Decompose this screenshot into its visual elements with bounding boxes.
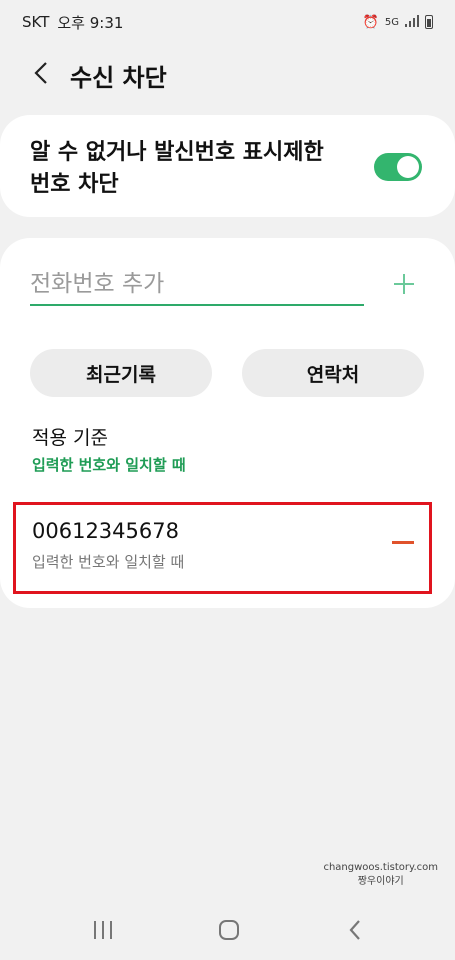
criteria-value[interactable]: 입력한 번호와 일치할 때 [32, 454, 186, 475]
network-label: 5G [384, 16, 399, 28]
unknown-numbers-label: 알 수 없거나 발신번호 표시제한 번호 차단 [30, 140, 324, 197]
criteria-title: 적용 기준 [32, 427, 108, 449]
navigation-bar [0, 900, 455, 960]
watermark-name: 짱우이야기 [357, 876, 404, 887]
plus-icon[interactable] [390, 270, 418, 298]
home-icon[interactable] [214, 918, 244, 942]
alarm-icon: ⏰ [362, 14, 379, 30]
phone-number-input[interactable] [30, 260, 364, 306]
status-left: SKT 오후 9:31 [22, 12, 123, 33]
status-bar: SKT 오후 9:31 ⏰ 5G [0, 0, 455, 44]
clock-label: 오후 9:31 [57, 13, 124, 32]
switch-knob [397, 156, 419, 178]
carrier-label: SKT [22, 13, 50, 31]
header: 수신 차단 [0, 50, 455, 96]
recents-icon[interactable] [88, 918, 118, 942]
page-title: 수신 차단 [70, 64, 167, 92]
signal-icon [405, 14, 419, 30]
block-unknown-switch[interactable] [374, 153, 422, 181]
battery-icon [425, 15, 433, 29]
chevron-left-icon [34, 62, 47, 84]
contacts-button[interactable]: 연락처 [242, 349, 424, 397]
back-icon[interactable] [340, 918, 370, 942]
recent-log-button[interactable]: 최근기록 [30, 349, 212, 397]
watermark-url: changwoos.tistory.com [323, 862, 438, 873]
highlight-box [13, 502, 432, 594]
status-right: ⏰ 5G [362, 14, 433, 30]
watermark: changwoos.tistory.com 짱우이야기 [323, 861, 438, 889]
back-button[interactable] [26, 58, 56, 88]
